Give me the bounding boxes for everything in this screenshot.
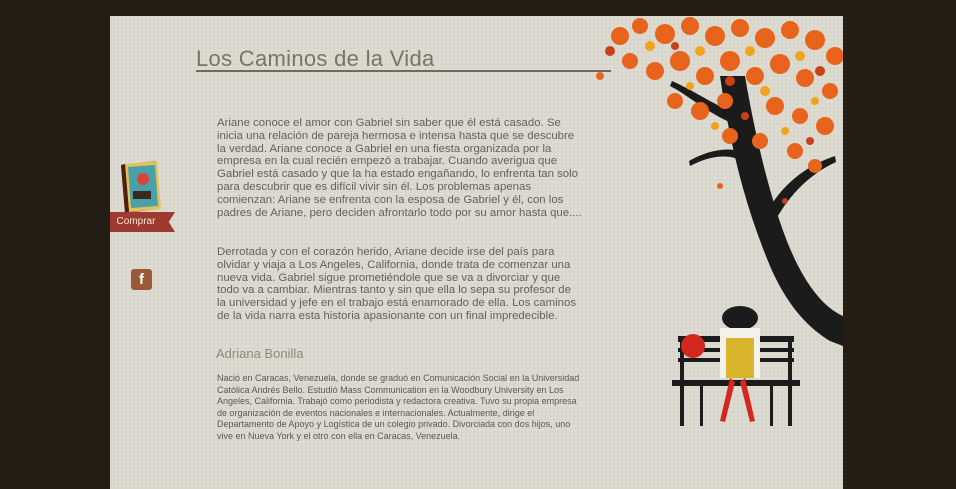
- author-name: Adriana Bonilla: [216, 346, 304, 361]
- facebook-icon[interactable]: f: [131, 269, 152, 290]
- book-cover-icon[interactable]: [117, 159, 163, 215]
- page-title: Los Caminos de la Vida: [196, 46, 435, 71]
- buy-button[interactable]: Comprar: [110, 212, 175, 232]
- author-bio: Nació en Caracas, Venezuela, donde se gr…: [217, 373, 580, 441]
- title-underline: [196, 70, 611, 72]
- synopsis-paragraph-1: Ariane conoce el amor con Gabriel sin sa…: [217, 117, 582, 219]
- tree-bench-illustration: [596, 17, 843, 426]
- content-panel: Los Caminos de la Vida Ariane conoce el …: [110, 16, 843, 489]
- synopsis-paragraph-2: Derrotada y con el corazón herido, Arian…: [217, 246, 577, 322]
